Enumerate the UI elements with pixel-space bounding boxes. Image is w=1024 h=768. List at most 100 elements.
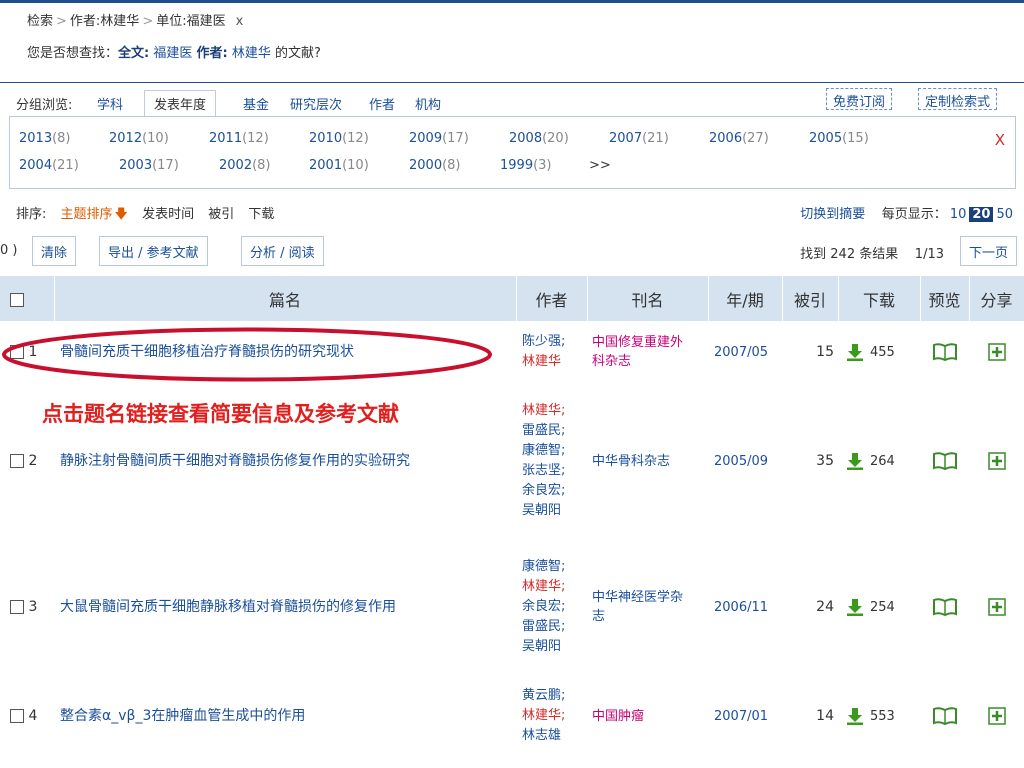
year-link-2006[interactable]: 2006(27) [709,131,769,146]
cited-count[interactable]: 24 [816,599,834,615]
tab-fund[interactable]: 基金 [243,94,269,113]
author-link[interactable]: 林志雄 [522,726,587,746]
breadcrumb-author-filter[interactable]: 作者:林建华 [70,14,139,29]
year-link-2013[interactable]: 2013(8) [19,131,71,146]
author-link[interactable]: 余良宏; [522,597,587,617]
header-cited[interactable]: 被引 [782,276,839,321]
year-link-2011[interactable]: 2011(12) [209,131,269,146]
open-book-icon[interactable] [932,707,958,725]
sort-by-cited[interactable]: 被引 [208,207,234,222]
issue-link[interactable]: 2005/09 [714,454,768,469]
article-title-link[interactable]: 整合素α_vβ_3在肿瘤血管生成中的作用 [60,708,305,724]
year-link-2008[interactable]: 2008(20) [509,131,569,146]
author-link[interactable]: 黄云鹏; [522,686,587,706]
year-filter-panel: 2013(8) 2012(10) 2011(12) 2010(12) 2009(… [9,116,1016,189]
year-link-1999[interactable]: 1999(3) [500,158,552,173]
close-year-filter-icon[interactable]: X [995,131,1005,149]
sort-by-date[interactable]: 发表时间 [142,207,194,222]
tab-subject[interactable]: 学科 [97,94,123,113]
clear-filter-button[interactable]: x [236,14,244,29]
next-page-button[interactable]: 下一页 [959,236,1017,266]
journal-link[interactable]: 中国肿瘤 [592,709,644,724]
open-book-icon[interactable] [932,343,958,361]
issue-link[interactable]: 2007/05 [714,345,768,360]
tab-research-level[interactable]: 研究层次 [290,94,342,113]
year-link-2012[interactable]: 2012(10) [109,131,169,146]
author-link[interactable]: 雷盛民; [522,617,587,637]
year-link-2000[interactable]: 2000(8) [409,158,461,173]
author-link[interactable]: 雷盛民; [522,421,587,441]
journal-link[interactable]: 中国修复重建外科杂志 [592,335,683,369]
author-link[interactable]: 康德智; [522,441,587,461]
suggest-author-link[interactable]: 林建华 [232,46,271,61]
plus-box-icon[interactable] [987,452,1006,470]
row-checkbox[interactable] [10,454,24,468]
download-arrow-icon[interactable] [846,343,864,361]
switch-summary-link[interactable]: 切换到摘要 [800,207,865,222]
author-link[interactable]: 林建华 [522,352,587,372]
author-link[interactable]: 吴朝阳 [522,637,587,657]
breadcrumb-root[interactable]: 检索 [27,14,53,29]
cited-count[interactable]: 35 [816,453,834,469]
author-link[interactable]: 吴朝阳 [522,501,587,521]
plus-box-icon[interactable] [987,597,1006,616]
header-journal[interactable]: 刊名 [587,276,709,321]
download-arrow-icon[interactable] [846,598,864,616]
download-arrow-icon[interactable] [846,452,864,470]
author-link[interactable]: 林建华; [522,401,587,421]
issue-link[interactable]: 2006/11 [714,600,768,615]
breadcrumb-unit-filter[interactable]: 单位:福建医 [156,14,225,29]
per-page-10[interactable]: 10 [947,207,970,222]
sort-by-download[interactable]: 下载 [248,207,274,222]
author-link[interactable]: 陈少强; [522,332,587,352]
journal-link[interactable]: 中华骨科杂志 [592,454,670,469]
article-title-link[interactable]: 静脉注射骨髓间质干细胞对脊髓损伤修复作用的实验研究 [60,453,410,469]
issue-link[interactable]: 2007/01 [714,709,768,724]
suggest-fulltext-link[interactable]: 福建医 [153,46,192,61]
analyze-read-button[interactable]: 分析 / 阅读 [241,236,324,266]
export-references-button[interactable]: 导出 / 参考文献 [99,236,208,266]
per-page-20[interactable]: 20 [969,207,994,222]
article-title-link[interactable]: 大鼠骨髓间充质干细胞静脉移植对脊髓损伤的修复作用 [60,599,396,615]
year-link-2004[interactable]: 2004(21) [19,158,79,173]
header-issue[interactable]: 年/期 [708,276,783,321]
custom-query-button[interactable]: 定制检索式 [918,88,998,110]
author-link[interactable]: 张志坚; [522,461,587,481]
tab-publish-year[interactable]: 发表年度 [144,90,217,116]
select-all-checkbox[interactable] [10,292,24,307]
plus-box-icon[interactable] [987,707,1006,725]
cited-count[interactable]: 14 [816,708,834,724]
open-book-icon[interactable] [932,597,958,616]
header-title[interactable]: 篇名 [54,276,517,321]
download-arrow-icon[interactable] [846,707,864,725]
author-link[interactable]: 林建华; [522,706,587,726]
per-page-50[interactable]: 50 [993,207,1016,222]
row-checkbox[interactable] [10,599,24,614]
author-link[interactable]: 余良宏; [522,481,587,501]
journal-link[interactable]: 中华神经医学杂志 [592,590,683,624]
plus-box-icon[interactable] [987,343,1006,361]
sort-by-topic[interactable]: 主题排序 [61,207,113,222]
year-link-2001[interactable]: 2001(10) [309,158,369,173]
clear-selection-button[interactable]: 清除 [32,236,77,266]
tab-author[interactable]: 作者 [369,94,395,113]
year-link-2010[interactable]: 2010(12) [309,131,369,146]
year-label: 2004 [19,158,53,173]
tab-institution[interactable]: 机构 [415,94,441,113]
author-link[interactable]: 康德智; [522,557,587,577]
year-link-2002[interactable]: 2002(8) [219,158,271,173]
header-download[interactable]: 下载 [838,276,921,321]
article-title-link[interactable]: 骨髓间充质干细胞移植治疗脊髓损伤的研究现状 [60,344,354,360]
row-checkbox[interactable] [10,709,24,723]
open-book-icon[interactable] [932,452,958,470]
year-link-2003[interactable]: 2003(17) [119,158,179,173]
year-link-2009[interactable]: 2009(17) [409,131,469,146]
year-link-2005[interactable]: 2005(15) [809,131,869,146]
year-link-2007[interactable]: 2007(21) [609,131,669,146]
header-author[interactable]: 作者 [516,276,588,321]
author-link[interactable]: 林建华; [522,577,587,597]
free-subscribe-button[interactable]: 免费订阅 [826,88,893,110]
row-checkbox[interactable] [10,345,24,359]
cited-count[interactable]: 15 [816,344,834,360]
more-years-link[interactable]: >> [589,158,611,173]
